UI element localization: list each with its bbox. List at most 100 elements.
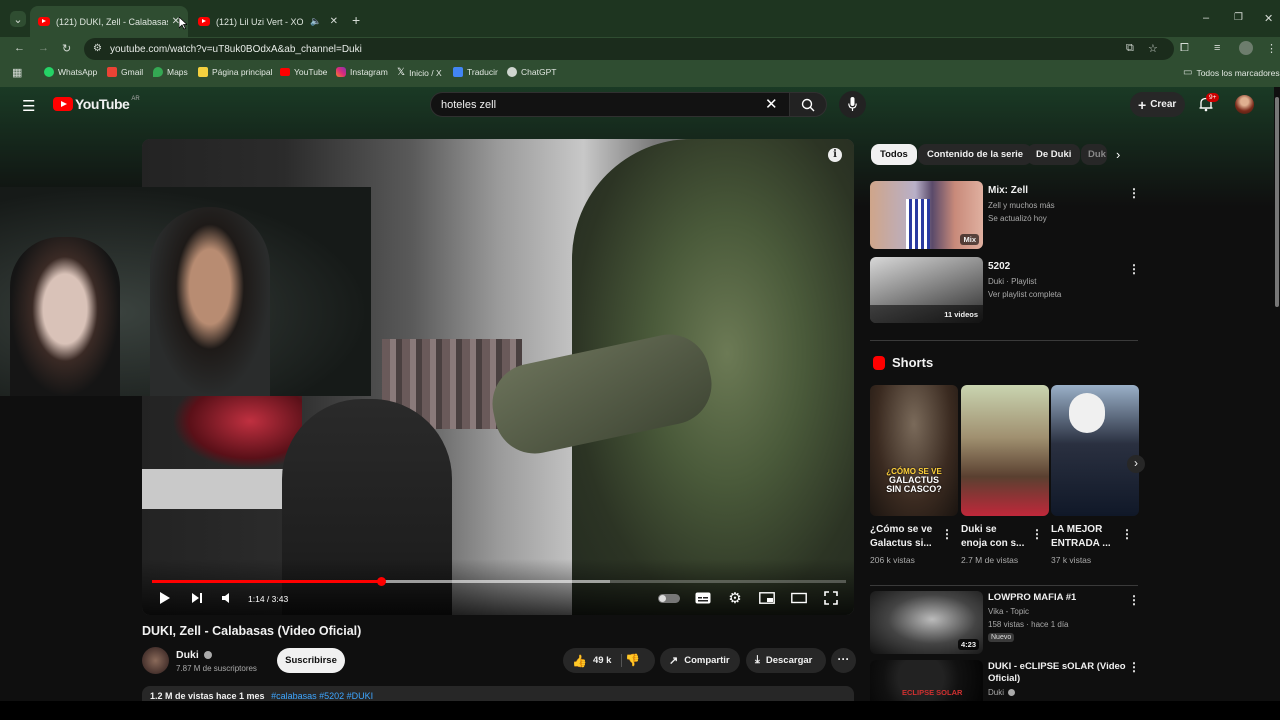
tab-xo-tour[interactable]: (121) Lil Uzi Vert - XO Tour 🔈 ✕	[190, 6, 346, 37]
share-button[interactable]: ↗ Compartir	[660, 648, 740, 673]
bottom-letterbox	[0, 701, 1280, 720]
video-title[interactable]: DUKI - eCLIPSE sOLAR (Video Oficial)	[988, 661, 1126, 685]
address-bar[interactable]: ⚙ youtube.com/watch?v=uT8uk0BOdxA&ab_cha…	[84, 38, 1174, 60]
bookmark-label: Gmail	[121, 67, 144, 77]
media-control-icon[interactable]: ≡	[1214, 42, 1220, 54]
more-options-icon[interactable]: ⋮	[1031, 527, 1043, 541]
play-button[interactable]	[156, 589, 174, 607]
maps-pin-icon	[153, 67, 163, 77]
back-icon[interactable]: ←	[14, 42, 25, 54]
create-button[interactable]: + Crear	[1130, 92, 1185, 117]
bookmark-home[interactable]: Página principal	[198, 67, 272, 77]
hashtags[interactable]: #calabasas #5202 #DUKI	[271, 691, 373, 701]
download-button[interactable]: ⤓ Descargar	[746, 648, 826, 673]
more-options-icon[interactable]: ⋮	[1128, 262, 1140, 276]
search-button[interactable]	[789, 92, 827, 117]
search-input[interactable]: hoteles zell	[430, 92, 790, 117]
info-card-icon[interactable]: i	[828, 148, 842, 162]
chip-todos[interactable]: Todos	[871, 144, 917, 165]
channel-name[interactable]: Vika - Topic	[988, 607, 1029, 616]
progress-bar[interactable]	[152, 577, 846, 586]
channel-avatar[interactable]	[142, 647, 169, 674]
voice-search-button[interactable]	[839, 91, 866, 118]
profile-avatar-icon[interactable]	[1239, 41, 1253, 55]
playlist-title[interactable]: Mix: Zell	[988, 185, 1028, 196]
more-options-icon[interactable]: ⋮	[1128, 186, 1140, 200]
minimize-icon[interactable]: –	[1203, 12, 1209, 24]
bookmark-traducir[interactable]: Traducir	[453, 67, 498, 77]
playlist-5202-thumbnail[interactable]: 11 videos	[870, 257, 983, 323]
apps-grid-icon[interactable]: ▦	[12, 66, 22, 79]
youtube-logo[interactable]: YouTube AR	[53, 96, 140, 112]
video-title[interactable]: LOWPRO MAFIA #1	[988, 592, 1076, 603]
install-app-icon[interactable]: ⧉	[1126, 42, 1134, 55]
bookmark-gmail[interactable]: Gmail	[107, 67, 143, 77]
subtitles-button[interactable]	[694, 589, 712, 607]
view-full-playlist-link[interactable]: Ver playlist completa	[988, 290, 1061, 299]
mute-button[interactable]	[218, 589, 236, 607]
user-avatar[interactable]	[1235, 95, 1254, 114]
short-title[interactable]: Duki se enoja con s...	[961, 523, 1024, 551]
bookmark-whatsapp[interactable]: WhatsApp	[44, 67, 97, 77]
fullscreen-button[interactable]	[822, 589, 840, 607]
theater-mode-button[interactable]	[790, 589, 808, 607]
more-options-icon[interactable]: ⋮	[941, 527, 953, 541]
scrubber-handle[interactable]	[376, 577, 386, 586]
restore-icon[interactable]: ❐	[1234, 12, 1243, 23]
shorts-next-button[interactable]: ›	[1127, 455, 1145, 473]
page-scrollbar[interactable]	[1274, 87, 1280, 720]
mix-thumbnail[interactable]: Mix	[870, 181, 983, 249]
more-options-icon[interactable]: ⋮	[1128, 593, 1140, 607]
miniplayer-icon	[759, 592, 775, 604]
subscribe-button[interactable]: Suscribirse	[277, 648, 345, 673]
settings-button[interactable]: ⚙	[726, 589, 744, 607]
bookmark-x[interactable]: 𝕏 Inicio / X	[397, 67, 442, 78]
bookmark-star-icon[interactable]: ☆	[1148, 42, 1158, 55]
chrome-menu-icon[interactable]: ⋮	[1266, 42, 1277, 55]
notification-badge: 9+	[1206, 93, 1220, 102]
short-thumbnail[interactable]	[961, 385, 1049, 516]
browser-tab-strip: ⌄ (121) DUKI, Zell - Calabasas (Vi ✕ (12…	[0, 0, 1280, 37]
miniplayer-button[interactable]	[758, 589, 776, 607]
scrollbar-thumb[interactable]	[1275, 97, 1279, 307]
all-bookmarks-folder[interactable]: ▭ Todos los marcadores	[1183, 67, 1280, 78]
bookmark-maps[interactable]: Maps	[153, 67, 188, 77]
chip-series[interactable]: Contenido de la serie	[918, 144, 1033, 165]
short-thumbnail[interactable]	[1051, 385, 1139, 516]
chip-de-duki[interactable]: De Duki	[1027, 144, 1081, 165]
forward-icon[interactable]: →	[38, 42, 49, 54]
chip-duki-partial[interactable]: Duk	[1081, 144, 1107, 165]
close-tab-icon[interactable]: ✕	[330, 16, 338, 27]
close-window-icon[interactable]: ✕	[1264, 12, 1273, 25]
dislike-button[interactable]: 👎	[625, 653, 640, 667]
reload-icon[interactable]: ↻	[62, 42, 71, 55]
bookmark-youtube[interactable]: YouTube	[280, 67, 327, 77]
video-thumbnail[interactable]: 4:23	[870, 591, 983, 654]
speaker-icon[interactable]: 🔈	[310, 16, 321, 27]
bookmark-chatgpt[interactable]: ChatGPT	[507, 67, 556, 77]
channel-name[interactable]: Duki	[176, 649, 212, 661]
chips-next-icon[interactable]: ›	[1116, 147, 1120, 162]
tab-calabasas[interactable]: (121) DUKI, Zell - Calabasas (Vi ✕	[30, 6, 188, 37]
like-button[interactable]: 👍 49 k	[563, 648, 620, 673]
translate-icon	[453, 67, 463, 77]
autoplay-toggle[interactable]	[658, 594, 680, 603]
playlist-title[interactable]: 5202	[988, 261, 1010, 272]
short-thumbnail[interactable]: ¿CÓMO SE VE GALACTUS SIN CASCO?	[870, 385, 958, 516]
site-info-icon[interactable]: ⚙	[93, 43, 102, 54]
notifications-button[interactable]: 9+	[1198, 93, 1220, 112]
more-actions-button[interactable]: ···	[831, 648, 856, 673]
clear-search-icon[interactable]: ✕	[765, 95, 778, 113]
more-options-icon[interactable]: ⋮	[1121, 527, 1133, 541]
tab-search-chevron-icon[interactable]: ⌄	[10, 11, 26, 27]
thumbnail-figure	[906, 199, 930, 249]
extensions-icon[interactable]: ⧠	[1180, 42, 1189, 55]
more-options-icon[interactable]: ⋮	[1128, 660, 1140, 674]
next-button[interactable]	[188, 589, 206, 607]
bookmark-instagram[interactable]: Instagram	[336, 67, 388, 77]
new-tab-icon[interactable]: +	[352, 12, 360, 28]
guide-menu-icon[interactable]: ☰	[22, 97, 35, 115]
channel-name[interactable]: Duki	[988, 688, 1016, 697]
short-title[interactable]: LA MEJOR ENTRADA ...	[1051, 523, 1111, 551]
short-title[interactable]: ¿Cómo se ve Galactus si...	[870, 523, 932, 551]
